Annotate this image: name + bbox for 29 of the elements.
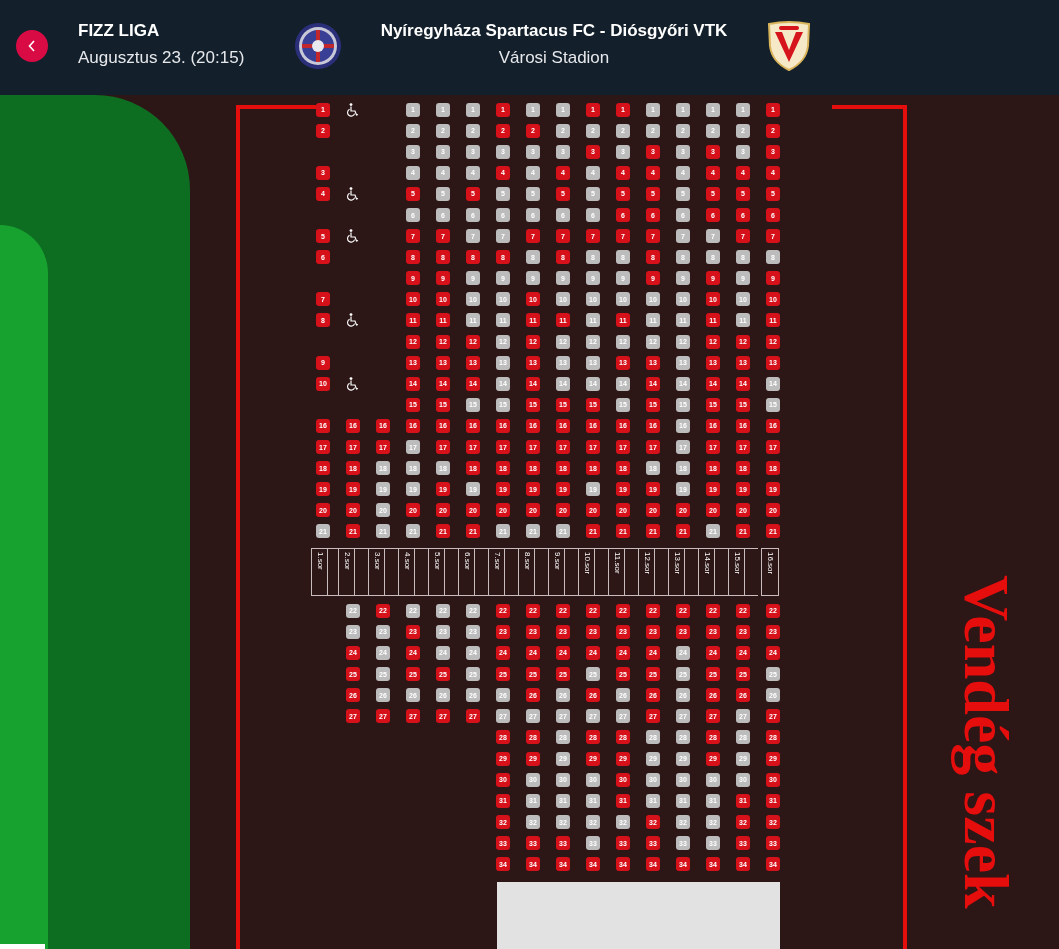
row-label: 8.sor xyxy=(521,551,533,572)
back-button[interactable] xyxy=(16,30,48,62)
wheelchair-icon xyxy=(347,186,359,201)
row-label: 1.sor xyxy=(314,551,326,572)
row-label: 10.sor xyxy=(581,551,593,577)
club-crest-icon xyxy=(294,22,342,70)
row-label: 4.sor xyxy=(401,551,413,572)
row-label: 15.sor xyxy=(731,551,743,577)
shield-crest-icon xyxy=(766,20,812,72)
row-label: 13.sor xyxy=(671,551,683,577)
match-title: Nyíregyháza Spartacus FC - Diósgyőri VTK xyxy=(380,20,728,42)
row-label: 7.sor xyxy=(491,551,503,572)
back-icon xyxy=(28,40,36,52)
row-label: 3.sor xyxy=(371,551,383,572)
row-label: 16.sor xyxy=(764,551,776,577)
row-label: 14.sor xyxy=(701,551,713,577)
row-label: 12.sor xyxy=(641,551,653,577)
wheelchair-icon xyxy=(347,102,359,117)
venue-name: Városi Stadion xyxy=(498,47,610,69)
row-label: 5.sor xyxy=(431,551,443,572)
wheelchair-icon xyxy=(347,376,359,391)
wheelchair-icon xyxy=(347,229,359,244)
row-label: 2.sor xyxy=(341,551,353,572)
league-name: FIZZ LIGA xyxy=(78,20,161,42)
match-date: Augusztus 23. (20:15) xyxy=(78,47,245,69)
row-label: 6.sor xyxy=(461,551,473,572)
wheelchair-icon xyxy=(347,313,359,328)
row-label: 9.sor xyxy=(551,551,563,572)
row-label: 11.sor xyxy=(611,551,623,576)
